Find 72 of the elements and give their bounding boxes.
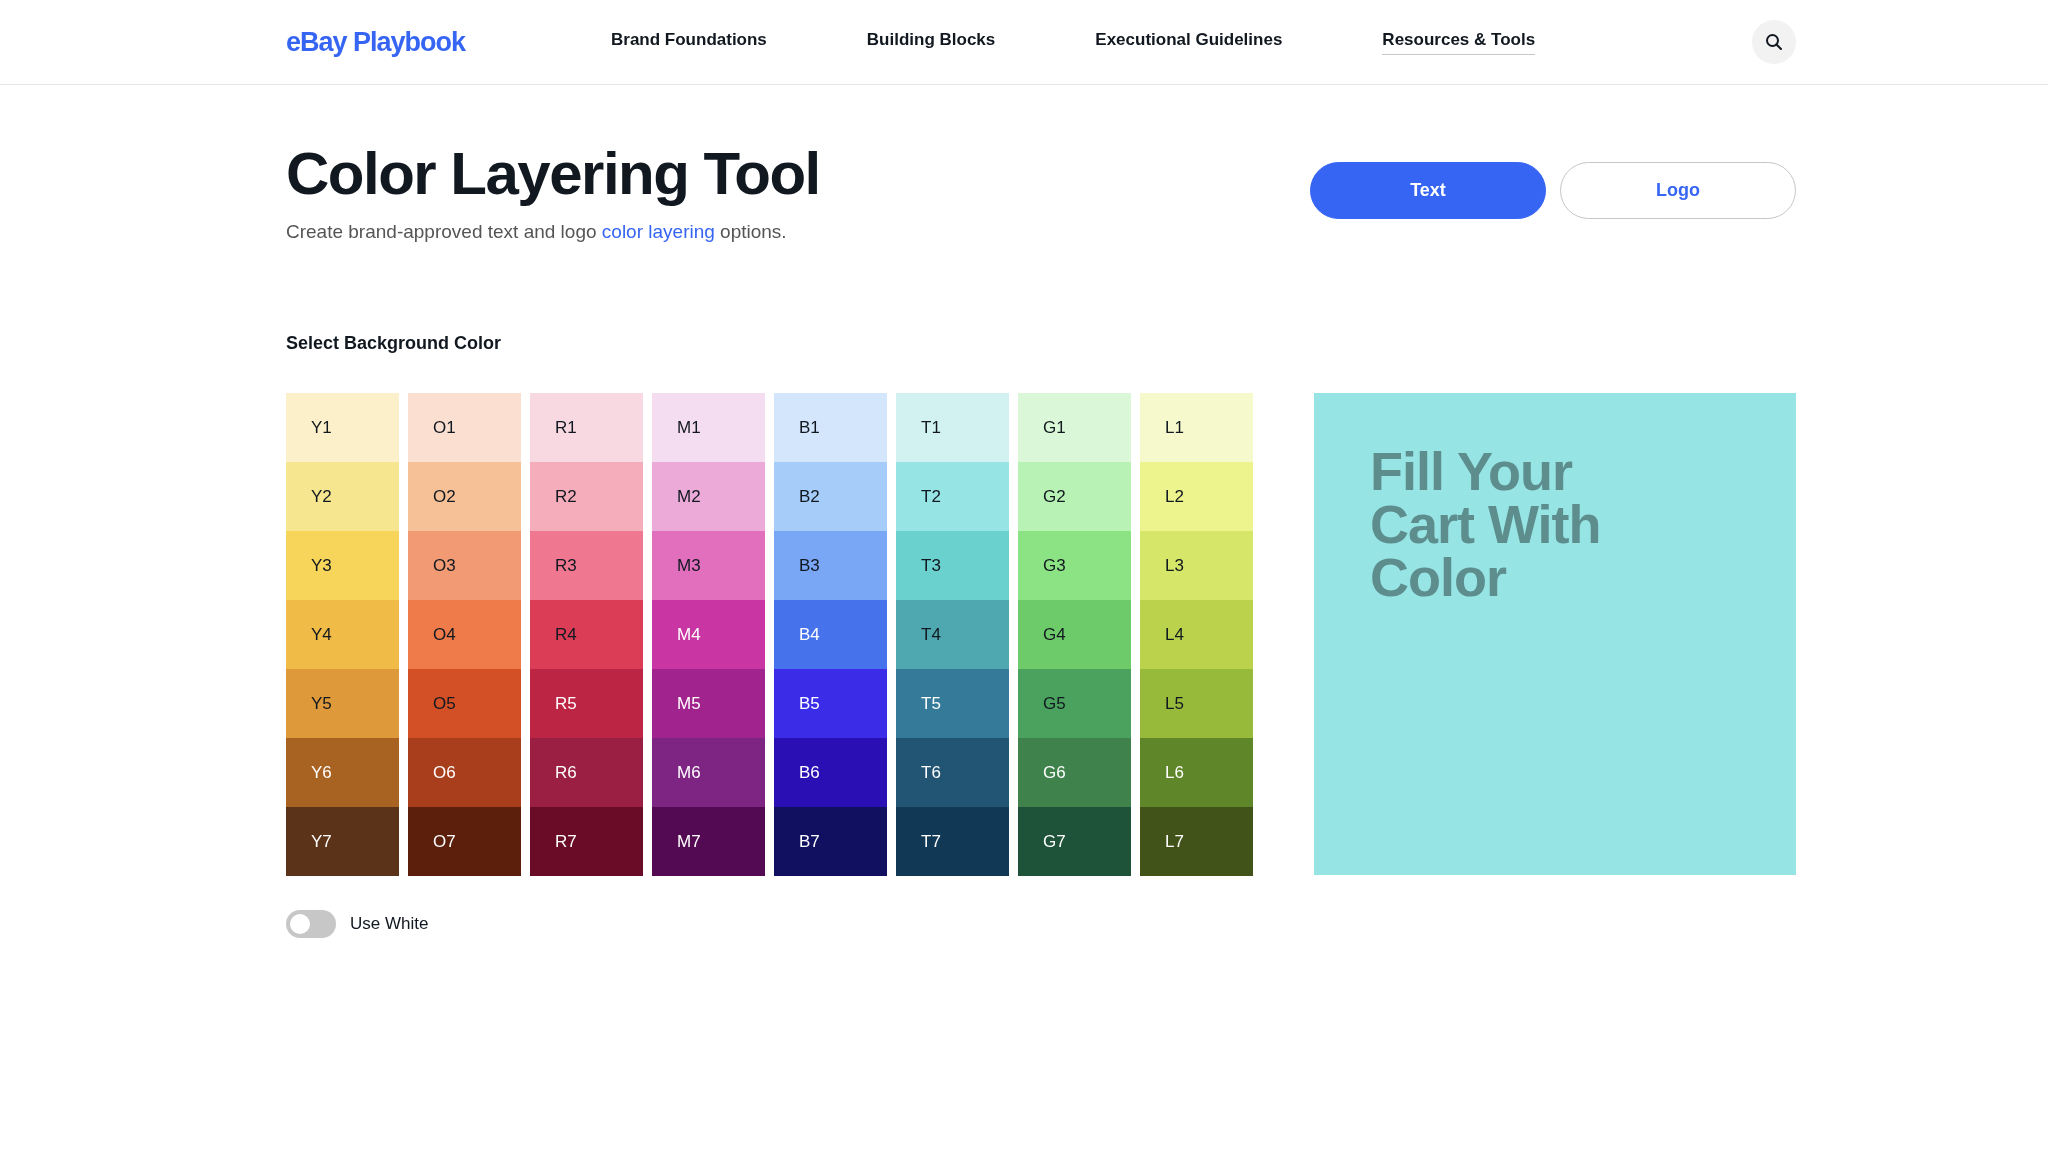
- color-swatch[interactable]: O5: [408, 669, 521, 738]
- color-swatch[interactable]: Y2: [286, 462, 399, 531]
- color-swatch[interactable]: G2: [1018, 462, 1131, 531]
- color-swatch[interactable]: M3: [652, 531, 765, 600]
- color-swatch[interactable]: B4: [774, 600, 887, 669]
- color-swatch[interactable]: M5: [652, 669, 765, 738]
- color-swatch[interactable]: M7: [652, 807, 765, 876]
- color-swatch[interactable]: R3: [530, 531, 643, 600]
- color-swatch[interactable]: O2: [408, 462, 521, 531]
- mode-button[interactable]: Logo: [1560, 162, 1796, 219]
- site-logo[interactable]: eBay Playbook: [286, 26, 611, 58]
- color-swatch[interactable]: L2: [1140, 462, 1253, 531]
- color-swatch[interactable]: Y1: [286, 393, 399, 462]
- color-swatch[interactable]: O3: [408, 531, 521, 600]
- color-swatch[interactable]: L7: [1140, 807, 1253, 876]
- color-swatch[interactable]: O7: [408, 807, 521, 876]
- color-swatch[interactable]: T7: [896, 807, 1009, 876]
- color-swatch[interactable]: Y7: [286, 807, 399, 876]
- nav-link[interactable]: Building Blocks: [866, 29, 996, 55]
- color-swatch[interactable]: B2: [774, 462, 887, 531]
- color-swatch[interactable]: R2: [530, 462, 643, 531]
- color-swatch[interactable]: B5: [774, 669, 887, 738]
- color-swatch[interactable]: B1: [774, 393, 887, 462]
- color-swatch[interactable]: L6: [1140, 738, 1253, 807]
- color-swatch[interactable]: L3: [1140, 531, 1253, 600]
- color-swatch[interactable]: M6: [652, 738, 765, 807]
- color-swatch[interactable]: Y6: [286, 738, 399, 807]
- color-swatch[interactable]: R4: [530, 600, 643, 669]
- color-swatch[interactable]: T1: [896, 393, 1009, 462]
- page-subtitle: Create brand-approved text and logo color layering options.: [286, 221, 788, 243]
- color-swatch[interactable]: G1: [1018, 393, 1131, 462]
- color-swatch[interactable]: T2: [896, 462, 1009, 531]
- section-label: Select Background Color: [286, 333, 503, 354]
- color-swatch[interactable]: Y3: [286, 531, 399, 600]
- color-swatch[interactable]: G5: [1018, 669, 1131, 738]
- mode-button[interactable]: Text: [1310, 162, 1546, 219]
- toggle-switch[interactable]: [286, 910, 336, 938]
- color-swatch[interactable]: T5: [896, 669, 1009, 738]
- color-swatch[interactable]: G3: [1018, 531, 1131, 600]
- color-swatch[interactable]: L1: [1140, 393, 1253, 462]
- color-swatch[interactable]: M4: [652, 600, 765, 669]
- color-swatch[interactable]: L5: [1140, 669, 1253, 738]
- color-swatch[interactable]: Y5: [286, 669, 399, 738]
- color-swatch[interactable]: O1: [408, 393, 521, 462]
- color-swatch[interactable]: Y4: [286, 600, 399, 669]
- color-swatch[interactable]: R1: [530, 393, 643, 462]
- nav-link[interactable]: Resources & Tools: [1382, 29, 1536, 55]
- color-swatch[interactable]: T3: [896, 531, 1009, 600]
- nav-link[interactable]: Brand Foundations: [611, 29, 767, 55]
- color-swatch[interactable]: G7: [1018, 807, 1131, 876]
- color-swatch[interactable]: B7: [774, 807, 887, 876]
- color-swatch[interactable]: M1: [652, 393, 765, 462]
- toggle-label: Use White: [350, 914, 429, 934]
- color-swatch[interactable]: R5: [530, 669, 643, 738]
- search-button[interactable]: [1752, 20, 1796, 64]
- color-swatch[interactable]: M2: [652, 462, 765, 531]
- color-swatch[interactable]: B3: [774, 531, 887, 600]
- color-swatch[interactable]: G6: [1018, 738, 1131, 807]
- preview-headline: Fill Your Cart With Color: [1370, 445, 1602, 604]
- color-swatch[interactable]: T6: [896, 738, 1009, 807]
- color-swatch[interactable]: R7: [530, 807, 643, 876]
- color-swatch[interactable]: B6: [774, 738, 887, 807]
- color-swatch[interactable]: O6: [408, 738, 521, 807]
- search-icon: [1765, 33, 1783, 51]
- color-swatch[interactable]: T4: [896, 600, 1009, 669]
- color-swatch[interactable]: O4: [408, 600, 521, 669]
- color-swatch[interactable]: G4: [1018, 600, 1131, 669]
- page-title: Color Layering Tool: [286, 141, 820, 207]
- color-layering-link[interactable]: color layering: [601, 221, 715, 242]
- color-swatch[interactable]: L4: [1140, 600, 1253, 669]
- color-swatch[interactable]: R6: [530, 738, 643, 807]
- nav-link[interactable]: Executional Guidelines: [1095, 29, 1283, 55]
